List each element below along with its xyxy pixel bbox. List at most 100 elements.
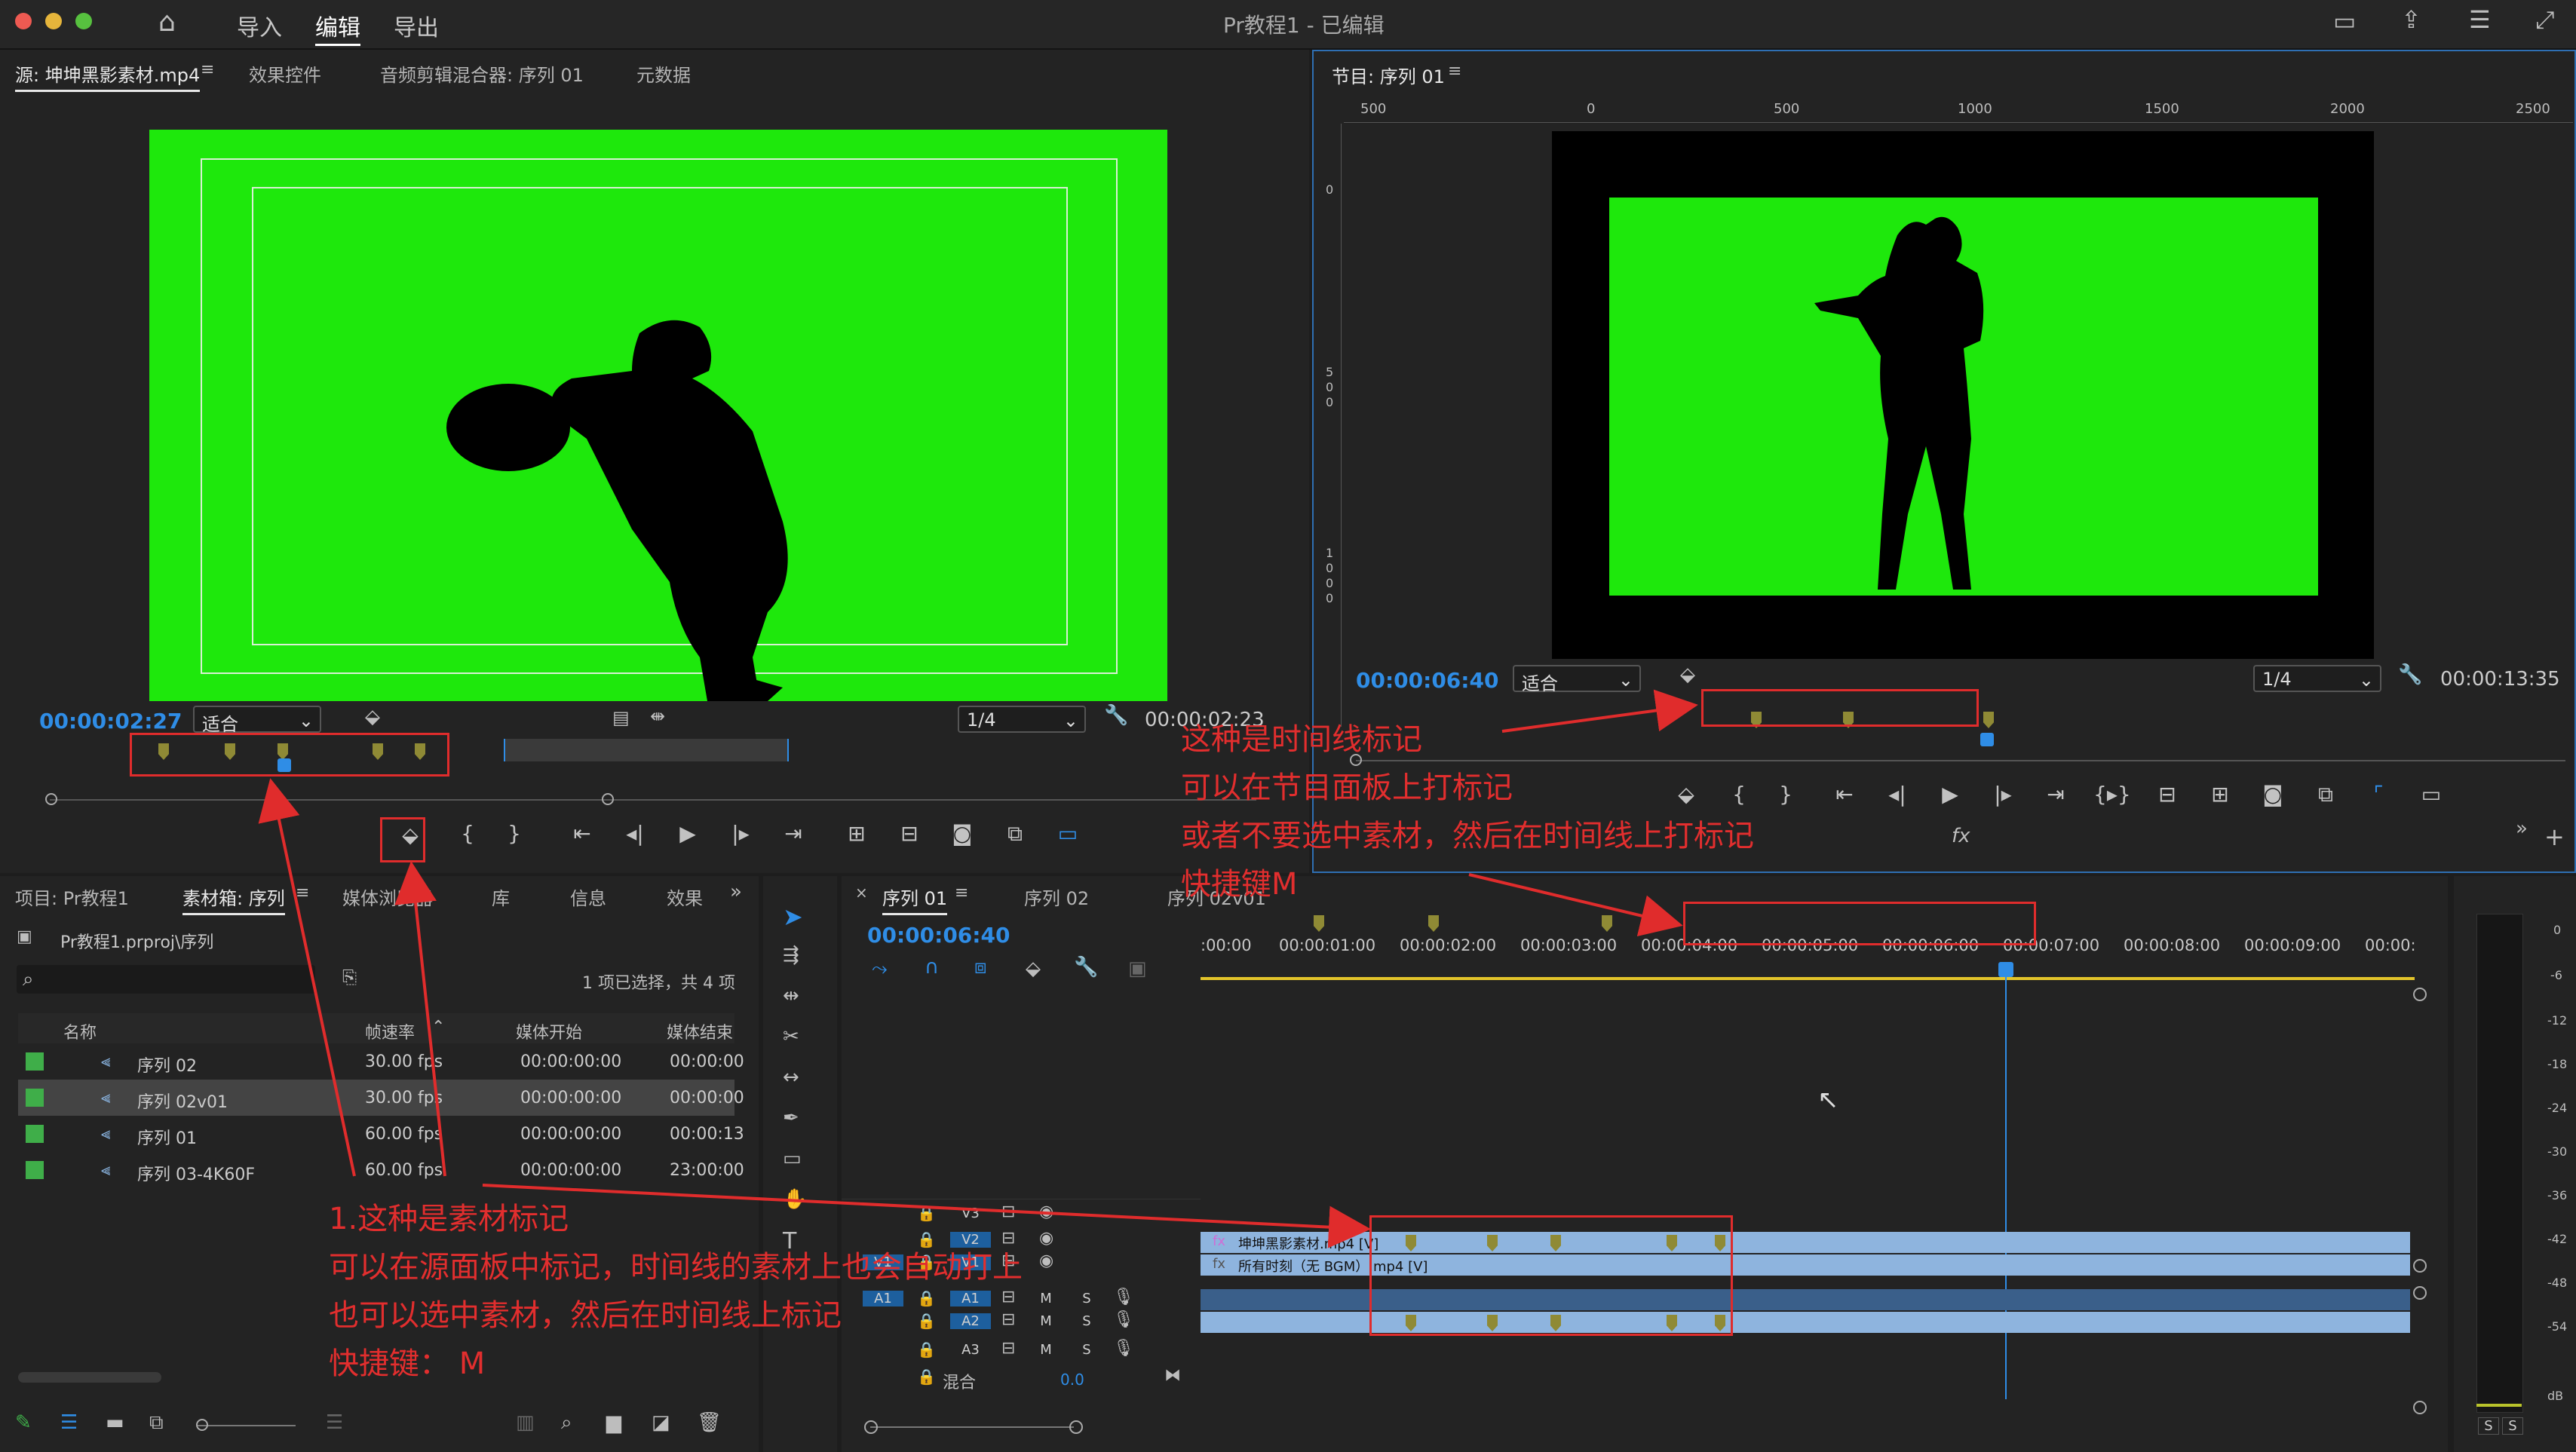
bin-horizontal-scrollbar[interactable] bbox=[18, 1372, 161, 1383]
fx-icon[interactable]: fx bbox=[1952, 826, 1970, 846]
write-protect-pencil-icon[interactable]: ✎ bbox=[15, 1413, 32, 1432]
eye-icon[interactable]: ◉ bbox=[1039, 1204, 1053, 1221]
timeline-marker[interactable] bbox=[1428, 915, 1439, 932]
source-in-out-range[interactable] bbox=[504, 739, 789, 761]
tab-media-browser[interactable]: 媒体浏览器 bbox=[342, 884, 433, 910]
sync-lock-icon[interactable]: ⊟ bbox=[1001, 1312, 1015, 1328]
new-search-bin-icon[interactable]: ⎘ bbox=[342, 968, 357, 986]
maximize-window-button[interactable] bbox=[75, 13, 92, 29]
home-icon[interactable]: ⌂ bbox=[158, 9, 176, 36]
selection-tool-icon[interactable]: ➤ bbox=[783, 905, 803, 929]
extract-button[interactable]: ⊞ bbox=[2205, 784, 2235, 805]
go-to-out-button[interactable]: ⇥ bbox=[778, 823, 808, 844]
search-input[interactable]: ⌕ bbox=[17, 965, 315, 994]
share-icon[interactable]: ⇪ bbox=[2401, 8, 2421, 32]
sort-icons-icon[interactable]: ☰ bbox=[326, 1413, 343, 1432]
source-panel-menu-icon[interactable]: ≡ bbox=[201, 60, 214, 79]
close-tab-icon[interactable]: × bbox=[855, 885, 868, 900]
column-name[interactable]: 名称 bbox=[63, 1019, 97, 1043]
label-color-swatch[interactable] bbox=[26, 1125, 44, 1143]
source-resolution-select[interactable]: 1/4 ⌄ bbox=[958, 706, 1086, 733]
close-window-button[interactable] bbox=[15, 13, 32, 29]
thumbnail-size-slider-handle[interactable] bbox=[196, 1419, 208, 1431]
show-rulers-button[interactable]: ⌜ bbox=[2363, 784, 2394, 805]
timeline-add-marker-icon[interactable]: ⬙ bbox=[1026, 959, 1041, 979]
program-go-to-out-button[interactable]: ⇥ bbox=[2041, 784, 2071, 805]
lift-button[interactable]: ⊟ bbox=[2152, 784, 2182, 805]
swap-button[interactable]: ⧉ bbox=[1000, 823, 1030, 844]
track-label-a1[interactable]: A1 bbox=[950, 1291, 991, 1306]
mark-in-button[interactable]: { bbox=[452, 823, 483, 844]
microphone-icon[interactable]: 🎙 bbox=[1113, 1312, 1134, 1328]
timeline-marker[interactable] bbox=[1602, 915, 1612, 932]
sync-lock-icon[interactable]: ⊟ bbox=[1001, 1289, 1015, 1306]
lock-icon[interactable]: 🔒 bbox=[917, 1313, 936, 1328]
overwrite-button[interactable]: ⊟ bbox=[894, 823, 925, 844]
freeform-view-icon[interactable]: ⧉ bbox=[149, 1413, 164, 1432]
mute-button[interactable]: M bbox=[1035, 1313, 1057, 1329]
lock-icon[interactable]: 🔒 bbox=[917, 1342, 936, 1357]
source-playhead-marker-icon[interactable]: ⬙ bbox=[365, 707, 380, 727]
track-label-v3[interactable]: V3 bbox=[950, 1205, 991, 1221]
microphone-icon[interactable]: 🎙 bbox=[1113, 1340, 1134, 1357]
program-zoom-scrollbar[interactable] bbox=[1356, 760, 2565, 761]
workspace-export[interactable]: 导出 bbox=[394, 9, 439, 42]
microphone-icon[interactable]: 🎙 bbox=[1113, 1289, 1134, 1306]
program-playhead-marker-icon[interactable]: ⬙ bbox=[1680, 665, 1695, 685]
snap-magnet-icon[interactable]: ∩ bbox=[925, 957, 939, 977]
table-row-selected[interactable]: ⫷ 序列 02v01 30.00 fps 00:00:00:00 00:00:0… bbox=[18, 1080, 744, 1116]
solo-button[interactable]: S bbox=[1075, 1291, 1098, 1306]
trash-icon[interactable]: 🗑 bbox=[697, 1413, 722, 1432]
program-go-to-in-button[interactable]: ⇤ bbox=[1829, 784, 1860, 805]
tab-metadata[interactable]: 元数据 bbox=[636, 60, 691, 87]
tab-sequence-02[interactable]: 序列 02 bbox=[1024, 884, 1089, 910]
work-area-bar[interactable] bbox=[1201, 977, 2415, 980]
new-item-icon[interactable]: ◪ bbox=[652, 1413, 670, 1432]
workspace-import[interactable]: 导入 bbox=[237, 9, 282, 42]
thumbnail-size-slider[interactable] bbox=[198, 1425, 296, 1426]
more-buttons-icon[interactable]: » bbox=[2516, 819, 2528, 838]
program-export-frame-camera-icon[interactable]: ◙ bbox=[2258, 784, 2288, 805]
button-editor-plus-icon[interactable]: + bbox=[2544, 825, 2565, 849]
list-view-icon[interactable]: ☰ bbox=[60, 1413, 78, 1432]
source-zoom-select[interactable]: 适合 ⌄ bbox=[193, 706, 321, 735]
compare-view-button[interactable]: ⧉ bbox=[2311, 784, 2341, 805]
go-to-in-button[interactable]: ⇤ bbox=[567, 823, 597, 844]
workspace-edit[interactable]: 编辑 bbox=[315, 9, 360, 46]
table-row[interactable]: ⫷ 序列 03-4K60F 60.00 fps 00:00:00:00 23:0… bbox=[18, 1152, 744, 1188]
source-monitor-video[interactable] bbox=[149, 130, 1167, 701]
workspaces-menu-icon[interactable]: ☰ bbox=[2469, 8, 2491, 32]
timeline-vscroll-handle-video[interactable] bbox=[2413, 1259, 2427, 1273]
timeline-hscrollbar[interactable] bbox=[870, 1426, 1074, 1428]
timeline-timecode[interactable]: 00:00:06:40 bbox=[867, 923, 1010, 948]
label-color-swatch[interactable] bbox=[26, 1052, 44, 1071]
icon-view-icon[interactable]: ▬ bbox=[106, 1413, 124, 1432]
step-forward-button[interactable]: |▸ bbox=[725, 823, 756, 844]
source-scroll-handle-right[interactable] bbox=[602, 793, 614, 805]
lock-icon[interactable]: 🔒 bbox=[917, 1291, 936, 1306]
mix-end-icon[interactable]: ⧓ bbox=[1164, 1368, 1181, 1384]
ripple-edit-tool-icon[interactable]: ⇹ bbox=[783, 986, 799, 1006]
play-in-to-out-button[interactable]: {▸} bbox=[2093, 784, 2131, 805]
tab-source[interactable]: 源: 坤坤黑影素材.mp4 bbox=[15, 60, 201, 92]
rectangle-tool-icon[interactable]: ▭ bbox=[783, 1149, 802, 1169]
tab-bin[interactable]: 素材箱: 序列 bbox=[182, 884, 285, 915]
panel-layout-icon[interactable]: ▭ bbox=[2333, 9, 2356, 33]
sync-lock-icon[interactable]: ⊟ bbox=[1001, 1204, 1015, 1221]
pen-tool-icon[interactable]: ✒ bbox=[783, 1108, 799, 1128]
timeline-settings-wrench-icon[interactable]: 🔧 bbox=[1074, 957, 1098, 977]
lock-icon[interactable]: 🔒 bbox=[917, 1369, 936, 1384]
program-zoom-select[interactable]: 适合 ⌄ bbox=[1513, 665, 1641, 694]
program-mark-in-button[interactable]: { bbox=[1724, 784, 1754, 805]
source-zoom-scrollbar[interactable] bbox=[50, 799, 1256, 801]
track-label-a2[interactable]: A2 bbox=[950, 1313, 991, 1329]
bin-menu-icon[interactable]: ≡ bbox=[296, 884, 309, 902]
lock-icon[interactable]: 🔒 bbox=[917, 1205, 936, 1221]
source-timecode-current[interactable]: 00:00:02:27 bbox=[39, 709, 182, 734]
source-patch-a1[interactable]: A1 bbox=[863, 1291, 903, 1306]
program-safe-margins-button[interactable]: ▭ bbox=[2416, 784, 2446, 805]
new-bin-folder-icon[interactable]: ▆ bbox=[606, 1413, 621, 1432]
meter-solo-right[interactable]: S bbox=[2502, 1417, 2523, 1435]
timeline-hscroll-handle-left[interactable] bbox=[864, 1420, 878, 1434]
table-row[interactable]: ⫷ 序列 02 30.00 fps 00:00:00:00 00:00:00 bbox=[18, 1043, 744, 1080]
